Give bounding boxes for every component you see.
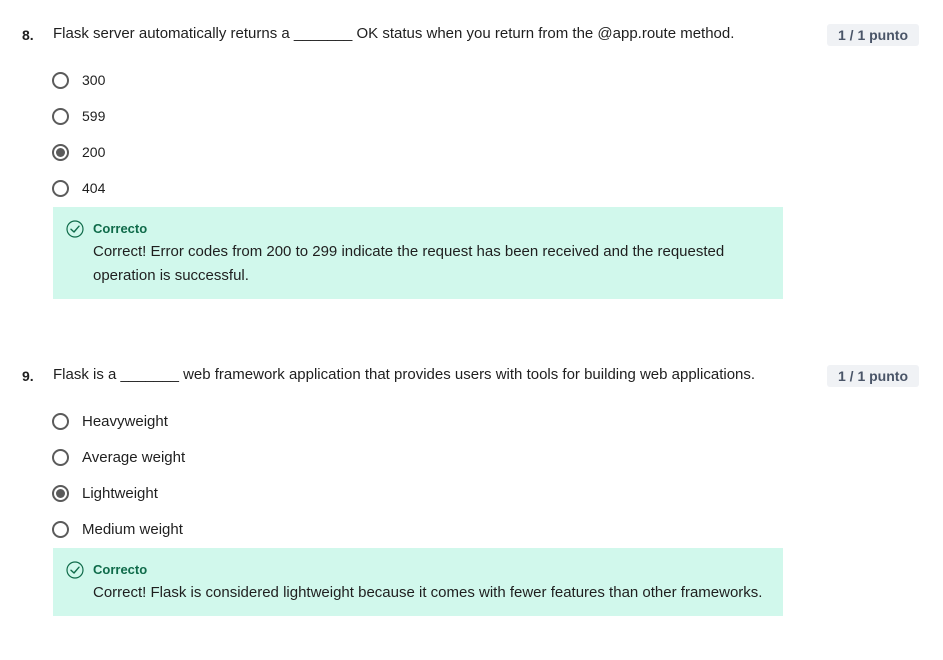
feedback-box: Correcto Correct! Flask is considered li… <box>53 548 783 616</box>
option-medium-weight[interactable]: Medium weight <box>52 511 185 547</box>
check-circle-icon <box>66 561 84 579</box>
radio-button-checked-icon[interactable] <box>52 143 69 161</box>
option-label: 599 <box>82 108 106 124</box>
option-label: 300 <box>82 72 106 88</box>
option-average-weight[interactable]: Average weight <box>52 439 185 475</box>
option-label: Medium weight <box>82 520 183 538</box>
radio-button-icon[interactable] <box>52 179 69 197</box>
options-list: 300 599 200 404 <box>52 62 105 206</box>
radio-button-icon[interactable] <box>52 107 69 125</box>
feedback-box: Correcto Correct! Error codes from 200 t… <box>53 207 783 299</box>
points-badge: 1 / 1 punto <box>827 24 919 46</box>
feedback-title: Correcto <box>93 562 148 577</box>
option-label: Lightweight <box>82 484 158 502</box>
option-200[interactable]: 200 <box>52 134 105 170</box>
question-number: 9. <box>22 368 34 384</box>
question-text: Flask server automatically returns a ___… <box>53 25 735 42</box>
option-label: Heavyweight <box>82 412 168 430</box>
option-label: 200 <box>82 144 106 160</box>
option-599[interactable]: 599 <box>52 98 105 134</box>
radio-button-icon[interactable] <box>52 71 69 89</box>
option-heavyweight[interactable]: Heavyweight <box>52 403 185 439</box>
option-404[interactable]: 404 <box>52 170 105 206</box>
feedback-text: Correct! Error codes from 200 to 299 ind… <box>93 243 725 284</box>
radio-button-icon[interactable] <box>52 520 69 538</box>
option-label: 404 <box>82 180 106 196</box>
check-circle-icon <box>66 220 84 238</box>
option-label: Average weight <box>82 448 186 466</box>
question-number: 8. <box>22 27 34 43</box>
options-list: Heavyweight Average weight Lightweight M… <box>52 403 185 547</box>
radio-button-icon[interactable] <box>52 412 69 430</box>
radio-button-icon[interactable] <box>52 448 69 466</box>
radio-button-checked-icon[interactable] <box>52 484 69 502</box>
option-lightweight[interactable]: Lightweight <box>52 475 185 511</box>
points-badge: 1 / 1 punto <box>827 365 919 387</box>
option-300[interactable]: 300 <box>52 62 105 98</box>
question-text: Flask is a _______ web framework applica… <box>53 366 756 383</box>
feedback-title: Correcto <box>93 221 148 236</box>
feedback-text: Correct! Flask is considered lightweight… <box>93 584 763 601</box>
